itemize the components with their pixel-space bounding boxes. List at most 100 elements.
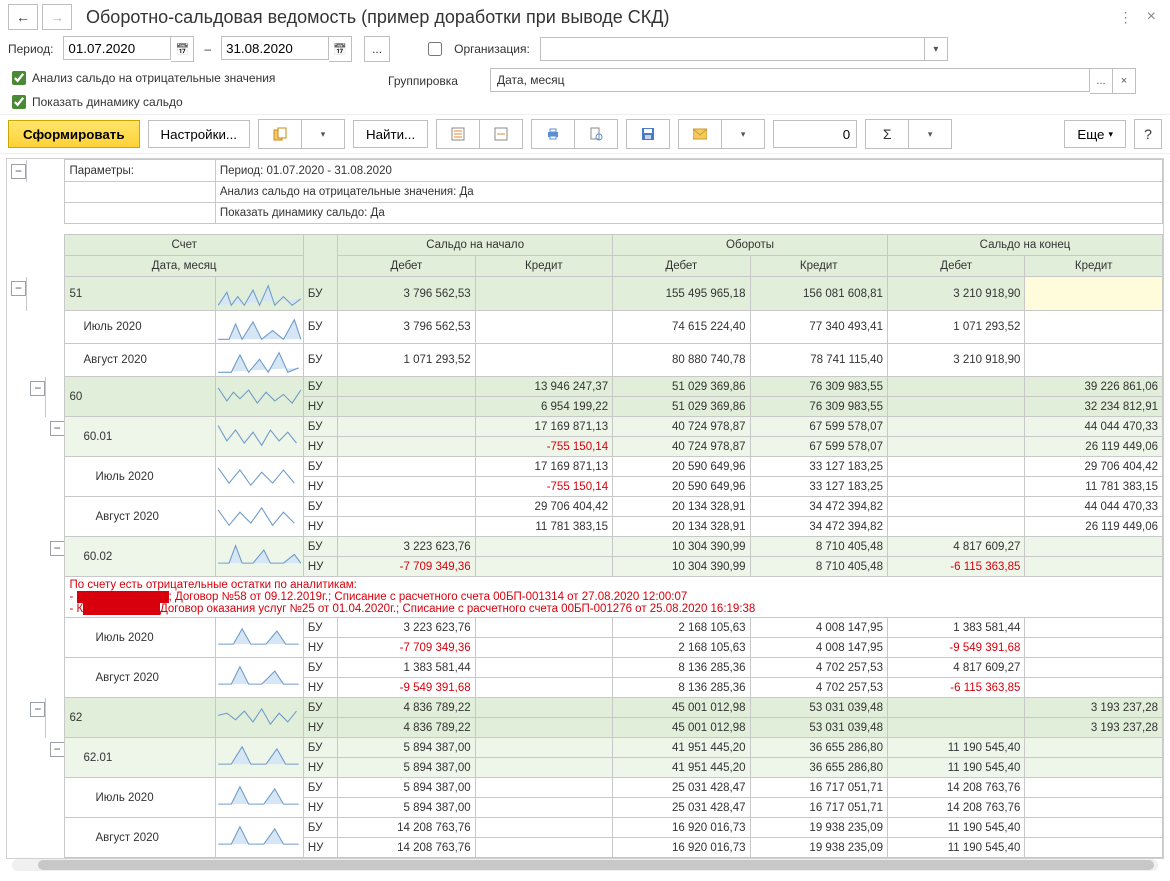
- calendar-icon: [333, 42, 347, 56]
- outline-collapse-button[interactable]: −: [50, 742, 65, 757]
- outline-collapse-button[interactable]: −: [50, 421, 65, 436]
- params-line-2: Анализ сальдо на отрицательные значения:…: [215, 182, 1162, 203]
- settings-button[interactable]: Настройки...: [148, 120, 250, 148]
- header-date: Дата, месяц: [65, 256, 303, 277]
- table-row[interactable]: Июль 2020 БУ 17 169 871,13 20 590 649,96…: [7, 457, 1163, 477]
- sparkline-icon: [216, 698, 303, 731]
- window-title: Оборотно-сальдовая ведомость (пример дор…: [86, 7, 1111, 28]
- period-to-calendar-button[interactable]: [329, 36, 352, 62]
- printer-icon: [546, 127, 560, 141]
- toolbar: Сформировать Настройки... ▾ Найти... ▾: [0, 114, 1170, 154]
- table-row[interactable]: − 60.02 БУ 3 223 623,76 10 304 390,998 7…: [7, 537, 1163, 557]
- close-button[interactable]: ×: [1141, 8, 1162, 26]
- sparkline-icon: [216, 417, 303, 450]
- header-start: Сальдо на начало: [338, 235, 613, 256]
- nav-back-button[interactable]: ←: [8, 4, 38, 30]
- header-turnover: Обороты: [613, 235, 888, 256]
- email-button[interactable]: [678, 119, 721, 149]
- report-area: − Параметры: Период: 01.07.2020 - 31.08.…: [0, 154, 1170, 881]
- sparkline-icon: [216, 457, 303, 490]
- settings-variant-button[interactable]: [258, 119, 301, 149]
- org-checkbox[interactable]: [428, 42, 442, 56]
- period-row: Период: – ... Организация: ▾: [0, 32, 1170, 66]
- period-from-calendar-button[interactable]: [171, 36, 194, 62]
- grouping-value: Дата, месяц: [497, 73, 565, 87]
- period-to-input[interactable]: [221, 36, 329, 60]
- warning-line-1: - XXXXXXXXXXXX; Договор №58 от 09.12.201…: [69, 591, 1158, 603]
- table-row[interactable]: − 60 БУ 13 946 247,37 51 029 369,8676 30…: [7, 377, 1163, 397]
- zoom-input[interactable]: [773, 120, 857, 148]
- params-line-1: Период: 01.07.2020 - 31.08.2020: [215, 160, 1162, 182]
- table-row[interactable]: Июль 2020 БУ 3 223 623,76 2 168 105,634 …: [7, 618, 1163, 638]
- sparkline-icon: [216, 311, 303, 344]
- outline-collapse-button[interactable]: −: [50, 541, 65, 556]
- outline-collapse-button[interactable]: −: [11, 164, 26, 179]
- header-account: Счет: [65, 235, 303, 256]
- help-button[interactable]: ?: [1134, 119, 1162, 149]
- preview-icon: [589, 127, 603, 141]
- window-header: ← → Оборотно-сальдовая ведомость (пример…: [0, 0, 1170, 32]
- table-row[interactable]: − 51 БУ 3 796 562,53 155 495 965,18156 0…: [7, 277, 1163, 311]
- warning-title: По счету есть отрицательные остатки по а…: [69, 579, 1158, 591]
- dynamics-label: Показать динамику сальдо: [32, 95, 183, 109]
- nav-forward-button[interactable]: →: [42, 4, 72, 30]
- warning-line-2: - КXXXXXXXXXXДоговор оказания услуг №25 …: [69, 603, 1158, 615]
- header-credit-1: Кредит: [475, 256, 612, 277]
- table-row[interactable]: Август 2020 БУ 29 706 404,42 20 134 328,…: [7, 497, 1163, 517]
- table-row[interactable]: − 62.01 БУ 5 894 387,00 41 951 445,2036 …: [7, 738, 1163, 758]
- analysis-label: Анализ сальдо на отрицательные значения: [32, 71, 275, 85]
- table-row[interactable]: Июль 2020 БУ 3 796 562,53 74 615 224,407…: [7, 311, 1163, 344]
- tree-collapse-icon: [494, 127, 508, 141]
- sum-button[interactable]: Σ: [865, 119, 908, 149]
- print-button[interactable]: [531, 119, 574, 149]
- redacted-text: XXXXXXXXXXXX: [77, 591, 169, 603]
- expand-all-button[interactable]: [436, 119, 479, 149]
- header-debit-3: Дебет: [887, 256, 1024, 277]
- table-row[interactable]: Август 2020 БУ 14 208 763,76 16 920 016,…: [7, 818, 1163, 838]
- header-debit-2: Дебет: [613, 256, 750, 277]
- chevron-down-icon: ▾: [924, 38, 947, 60]
- sparkline-icon: [216, 738, 303, 771]
- table-row[interactable]: − 62 БУ 4 836 789,22 45 001 012,9853 031…: [7, 698, 1163, 718]
- tree-expand-icon: [451, 127, 465, 141]
- sparkline-icon: [216, 618, 303, 651]
- email-dropdown[interactable]: ▾: [721, 119, 765, 149]
- period-dash: –: [204, 42, 211, 56]
- period-label: Период:: [8, 42, 53, 56]
- table-row[interactable]: − 60.01 БУ 17 169 871,13 40 724 978,8767…: [7, 417, 1163, 437]
- outline-collapse-button[interactable]: −: [11, 281, 26, 296]
- period-from-input[interactable]: [63, 36, 171, 60]
- analysis-checkbox[interactable]: [12, 71, 26, 85]
- outline-collapse-button[interactable]: −: [30, 702, 45, 717]
- grouping-more-button[interactable]: ...: [1090, 68, 1113, 94]
- period-select-button[interactable]: ...: [364, 36, 390, 62]
- save-button[interactable]: [626, 119, 670, 149]
- outline-collapse-button[interactable]: −: [30, 381, 45, 396]
- grouping-input[interactable]: Дата, месяц: [490, 68, 1090, 92]
- sparkline-icon: [216, 277, 303, 310]
- dynamics-checkbox[interactable]: [12, 95, 26, 109]
- header-credit-3: Кредит: [1025, 256, 1163, 277]
- find-button[interactable]: Найти...: [353, 120, 428, 148]
- settings-variant-dropdown[interactable]: ▾: [301, 119, 345, 149]
- horizontal-scrollbar[interactable]: [12, 859, 1158, 871]
- more-label: Еще: [1077, 127, 1104, 142]
- org-label: Организация:: [454, 42, 530, 56]
- sparkline-icon: [216, 537, 303, 570]
- form-button[interactable]: Сформировать: [8, 120, 140, 148]
- collapse-all-button[interactable]: [479, 119, 523, 149]
- table-row[interactable]: Август 2020 БУ 1 071 293,52 80 880 740,7…: [7, 344, 1163, 377]
- preview-button[interactable]: [574, 119, 618, 149]
- table-row[interactable]: Июль 2020 БУ 5 894 387,00 25 031 428,471…: [7, 778, 1163, 798]
- grouping-label: Группировка: [388, 74, 490, 88]
- sum-dropdown[interactable]: ▾: [908, 119, 952, 149]
- table-row[interactable]: Август 2020 БУ 1 383 581,44 8 136 285,36…: [7, 658, 1163, 678]
- org-select[interactable]: ▾: [540, 37, 948, 61]
- header-debit-1: Дебет: [338, 256, 475, 277]
- more-button[interactable]: Еще▾: [1064, 120, 1126, 148]
- sparkline-icon: [216, 818, 303, 851]
- more-icon[interactable]: ⋮: [1111, 9, 1141, 26]
- grouping-clear-button[interactable]: ×: [1113, 68, 1136, 94]
- floppy-icon: [641, 127, 655, 141]
- params-label: Параметры:: [65, 160, 215, 182]
